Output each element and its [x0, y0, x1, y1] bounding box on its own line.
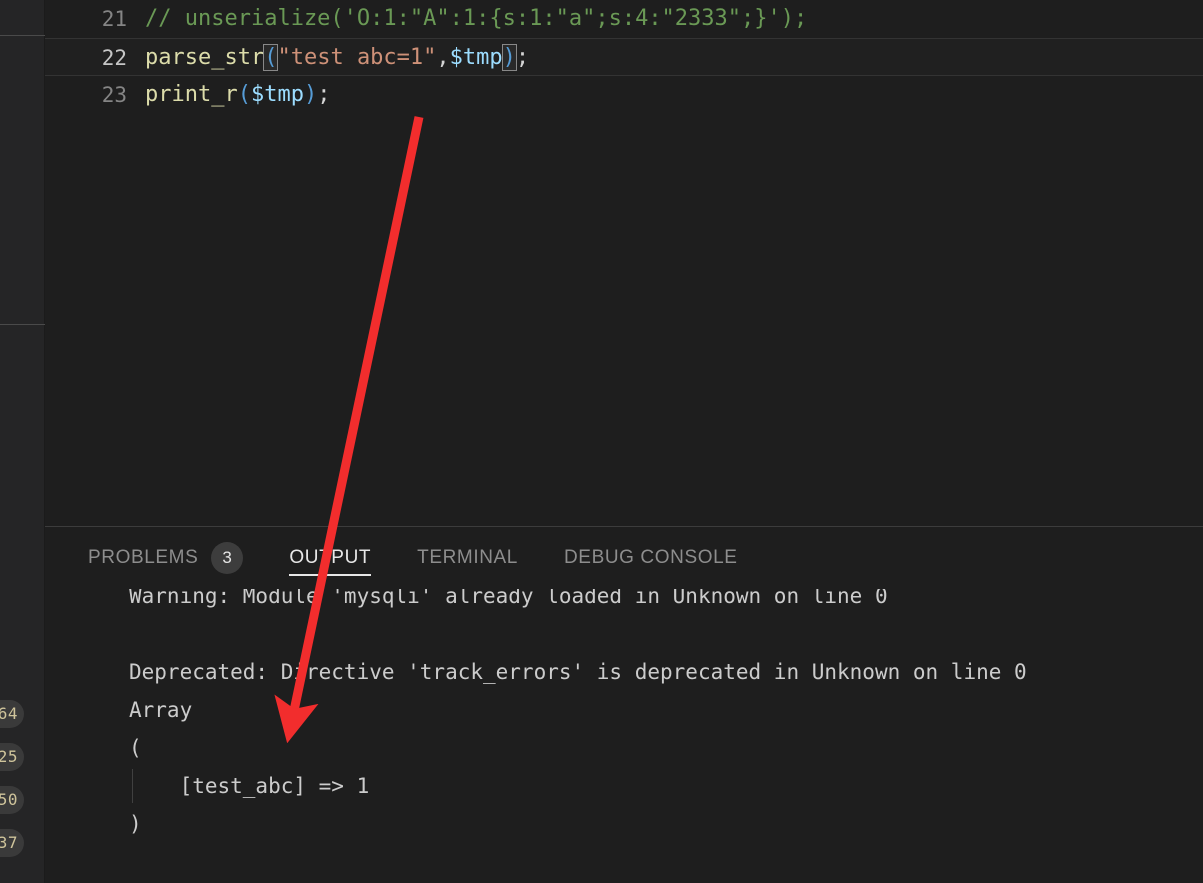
code-token: ( — [263, 44, 279, 71]
strip-badge[interactable]: 64 — [0, 700, 24, 728]
vscode-window: 64 25 50 37 21 // unserialize('O:1:"A":1:{s:… — [0, 0, 1203, 883]
output-line: ( — [129, 736, 142, 760]
output-line: Warning: Module 'mysqli' already loaded … — [129, 589, 888, 608]
code-token: print_r — [145, 82, 238, 107]
code-token: ) — [501, 44, 517, 71]
panel-tab-label: PROBLEMS — [88, 547, 199, 568]
code-line[interactable]: 23 print_r($tmp); — [45, 76, 1203, 114]
code-line-text: print_r($tmp); — [145, 76, 330, 114]
strip-divider-top — [0, 35, 45, 36]
bottom-panel: PROBLEMS 3 OUTPUT TERMINAL DEBUG CONSOLE War… — [45, 526, 1203, 883]
code-line-text: // unserialize('O:1:"A":1:{s:1:"a";s:4:"… — [145, 0, 807, 38]
line-number: 23 — [101, 83, 127, 107]
output-console[interactable]: Warning: Module 'mysqli' already loaded … — [45, 589, 1203, 883]
output-line: Array — [129, 698, 193, 722]
tab-debug-console[interactable]: DEBUG CONSOLE — [564, 527, 738, 589]
tab-terminal[interactable]: TERMINAL — [417, 527, 518, 589]
output-line: ) — [129, 812, 142, 836]
code-token: $tmp — [250, 82, 304, 107]
code-token: // unserialize('O:1:"A":1:{s:1:"a";s:4:"… — [145, 6, 808, 31]
line-number: 21 — [101, 7, 127, 31]
code-token: $tmp — [449, 45, 503, 70]
strip-badge[interactable]: 25 — [0, 743, 24, 771]
code-line[interactable]: 22 parse_str("test abc=1",$tmp); — [45, 38, 1203, 76]
side-panel-strip: 64 25 50 37 — [0, 0, 45, 883]
code-line-list: 21 // unserialize('O:1:"A":1:{s:1:"a";s:4… — [45, 0, 1203, 114]
line-number: 22 — [101, 46, 127, 70]
strip-badge[interactable]: 37 — [0, 829, 24, 857]
strip-divider-bottom — [0, 324, 45, 325]
code-token: ; — [515, 45, 530, 70]
code-line-text: parse_str("test abc=1",$tmp); — [145, 39, 529, 77]
panel-tab-label: OUTPUT — [289, 547, 372, 568]
panel-tab-label: DEBUG CONSOLE — [563, 547, 738, 568]
code-token: "test abc=1" — [277, 45, 437, 70]
output-line: Deprecated: Directive 'track_errors' is … — [129, 660, 1027, 684]
tab-output[interactable]: OUTPUT — [289, 527, 371, 589]
strip-badge[interactable]: 50 — [0, 786, 24, 814]
code-token: ) — [303, 82, 318, 107]
code-editor[interactable]: 21 // unserialize('O:1:"A":1:{s:1:"a";s:4… — [45, 0, 1203, 526]
panel-tab-label: TERMINAL — [417, 547, 518, 568]
tab-problems[interactable]: PROBLEMS 3 — [88, 527, 244, 589]
strip-badge-list: 64 25 50 37 — [0, 700, 45, 872]
code-token: ( — [237, 82, 251, 107]
code-line[interactable]: 21 // unserialize('O:1:"A":1:{s:1:"a";s:4… — [45, 0, 1203, 38]
output-line: [test_abc] => 1 — [129, 767, 1203, 805]
code-token: parse_str — [145, 45, 265, 70]
code-token: , — [436, 45, 450, 70]
panel-tab-bar: PROBLEMS 3 OUTPUT TERMINAL DEBUG CONSOLE — [45, 527, 1203, 589]
panel-tab-badge: 3 — [211, 542, 244, 574]
code-token: ; — [317, 82, 331, 107]
